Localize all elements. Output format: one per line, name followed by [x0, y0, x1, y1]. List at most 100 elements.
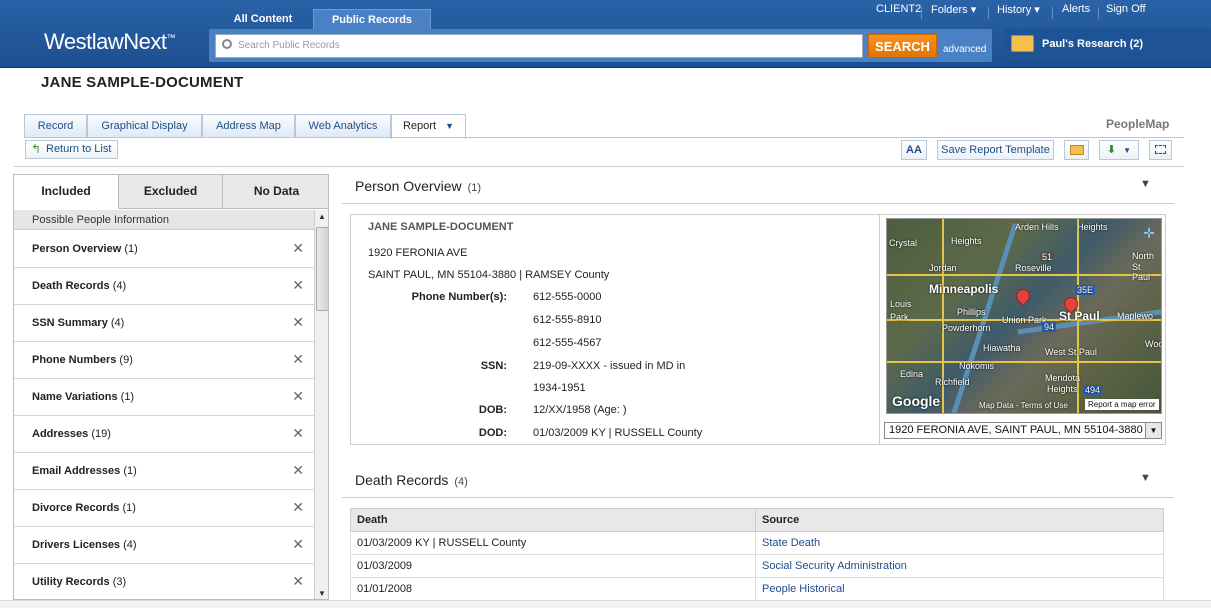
sections-panel: Included Excluded No Data Possible Peopl…: [13, 174, 329, 600]
map-label: Park: [890, 312, 909, 322]
folders-menu[interactable]: Folders ▾: [931, 3, 976, 16]
map-label: Minneapolis: [929, 282, 999, 296]
map-label: Richfield: [935, 377, 970, 387]
death-cell: 01/03/2009: [350, 554, 756, 578]
map-area: Crystal Heights Arden Hills Heights Jord…: [879, 215, 1166, 444]
close-icon[interactable]: ✕: [292, 277, 304, 294]
map-label: Crystal: [889, 238, 918, 248]
font-size-button[interactable]: AA: [901, 140, 927, 160]
tab-web-analytics[interactable]: Web Analytics: [295, 114, 391, 138]
close-icon[interactable]: ✕: [292, 536, 304, 553]
list-item[interactable]: Phone Numbers (9) ✕: [14, 342, 314, 379]
map-attribution[interactable]: Map Data - Terms of Use: [979, 401, 1068, 410]
source-link[interactable]: People Historical: [762, 583, 845, 595]
table-row: 01/03/2009 KY | RUSSELL County State Dea…: [350, 531, 1164, 555]
list-item[interactable]: SSN Summary (4) ✕: [14, 305, 314, 342]
address-select-value: 1920 FERONIA AVE, SAINT PAUL, MN 55104-3…: [889, 424, 1149, 436]
scrollbar-thumb[interactable]: [316, 227, 328, 311]
map-label: Maplewo: [1117, 311, 1154, 321]
advanced-search-link[interactable]: advanced: [943, 44, 986, 55]
search-placeholder: Search Public Records: [238, 40, 340, 51]
source-link[interactable]: Social Security Administration: [762, 560, 907, 572]
folder-upload-icon: [1069, 145, 1084, 155]
map-label: Powderhorn: [942, 323, 991, 333]
fullscreen-button[interactable]: [1149, 140, 1172, 160]
top-header: WestlawNext™ All Content Public Records …: [0, 0, 1211, 68]
close-icon[interactable]: ✕: [292, 314, 304, 331]
highway-shield: 94: [1042, 322, 1057, 332]
ssn-label: SSN:: [480, 360, 507, 372]
tab-excluded[interactable]: Excluded: [119, 175, 223, 209]
history-menu[interactable]: History ▾: [997, 3, 1040, 16]
column-header-source: Source: [755, 508, 1164, 532]
tab-report[interactable]: Report ▼: [391, 114, 466, 139]
close-icon[interactable]: ✕: [292, 499, 304, 516]
tab-address-map[interactable]: Address Map: [202, 114, 295, 138]
close-icon[interactable]: ✕: [292, 240, 304, 257]
phone-value: 612-555-0000: [533, 291, 602, 303]
address-select[interactable]: 1920 FERONIA AVE, SAINT PAUL, MN 55104-3…: [884, 422, 1162, 439]
close-icon[interactable]: ✕: [292, 388, 304, 405]
phone-value: 612-555-4567: [533, 337, 602, 349]
research-folder[interactable]: Paul's Research (2): [1004, 29, 1211, 62]
save-to-folder-button[interactable]: [1064, 140, 1089, 160]
phone-value: 612-555-8910: [533, 314, 602, 326]
address-map[interactable]: Crystal Heights Arden Hills Heights Jord…: [886, 218, 1162, 414]
map-label: St Paul: [1132, 262, 1151, 282]
map-label: Woo: [1145, 339, 1162, 349]
map-pin-icon[interactable]: [1061, 294, 1081, 317]
map-label: Louis: [890, 299, 912, 309]
panel-scrollbar[interactable]: ▲ ▼: [314, 210, 328, 599]
close-icon[interactable]: ✕: [292, 425, 304, 442]
death-cell: 01/03/2009 KY | RUSSELL County: [350, 531, 756, 555]
chevron-down-icon[interactable]: ▼: [1145, 423, 1161, 438]
list-item[interactable]: Addresses (19) ✕: [14, 416, 314, 453]
list-item[interactable]: Drivers Licenses (4) ✕: [14, 527, 314, 564]
close-icon[interactable]: ✕: [292, 462, 304, 479]
return-to-list-button[interactable]: ↰ Return to List: [25, 140, 118, 159]
list-item[interactable]: Email Addresses (1) ✕: [14, 453, 314, 490]
zoom-in-icon[interactable]: ✛: [1143, 225, 1155, 242]
tab-graphical-display[interactable]: Graphical Display: [87, 114, 202, 138]
source-link[interactable]: State Death: [762, 537, 820, 549]
chevron-down-icon: ▼: [1123, 146, 1132, 155]
alerts-link[interactable]: Alerts: [1062, 3, 1090, 15]
collapse-caret-icon[interactable]: ▼: [1140, 472, 1151, 484]
toolbar-divider: [14, 166, 1184, 167]
save-report-template-button[interactable]: Save Report Template: [937, 140, 1054, 160]
dob-label: DOB:: [478, 404, 507, 416]
scroll-down-icon[interactable]: ▼: [318, 589, 326, 598]
dod-label: DOD:: [478, 427, 507, 439]
column-header-death: Death: [350, 508, 756, 532]
map-label: Roseville: [1015, 263, 1052, 273]
report-map-error-link[interactable]: Report a map error: [1085, 399, 1159, 410]
list-item[interactable]: Divorce Records (1) ✕: [14, 490, 314, 527]
google-logo: Google: [892, 393, 941, 409]
map-label: West St Paul: [1045, 347, 1097, 357]
list-item[interactable]: Death Records (4) ✕: [14, 268, 314, 305]
search-icon: [222, 39, 232, 49]
download-button[interactable]: ⬇ ▼: [1099, 140, 1139, 160]
tab-included[interactable]: Included: [14, 175, 119, 209]
section-list: Person Overview (1) ✕ Death Records (4) ✕ …: [14, 231, 314, 599]
search-input[interactable]: Search Public Records: [215, 34, 863, 58]
list-item[interactable]: Utility Records (3) ✕: [14, 564, 314, 599]
highway-shield: 51: [1040, 252, 1055, 262]
map-pin-icon[interactable]: [1013, 286, 1033, 309]
list-item[interactable]: Person Overview (1) ✕: [14, 231, 314, 268]
collapse-caret-icon[interactable]: ▼: [1140, 178, 1151, 190]
scroll-up-icon[interactable]: ▲: [318, 212, 326, 221]
list-item[interactable]: Name Variations (1) ✕: [14, 379, 314, 416]
tab-record[interactable]: Record: [24, 114, 87, 138]
table-row: 01/01/2008 People Historical: [350, 577, 1164, 601]
client-link[interactable]: CLIENT2: [876, 3, 921, 15]
top-nav: CLIENT2 Folders ▾ History ▾ Alerts Sign …: [0, 3, 1211, 19]
source-cell: Social Security Administration: [755, 554, 1164, 578]
back-arrow-icon: ↰: [31, 142, 42, 156]
close-icon[interactable]: ✕: [292, 573, 304, 590]
search-button[interactable]: SEARCH: [868, 34, 937, 58]
sign-off-link[interactable]: Sign Off: [1106, 3, 1146, 15]
tab-no-data[interactable]: No Data: [223, 175, 328, 209]
westlawnext-logo[interactable]: WestlawNext™: [44, 29, 175, 55]
close-icon[interactable]: ✕: [292, 351, 304, 368]
